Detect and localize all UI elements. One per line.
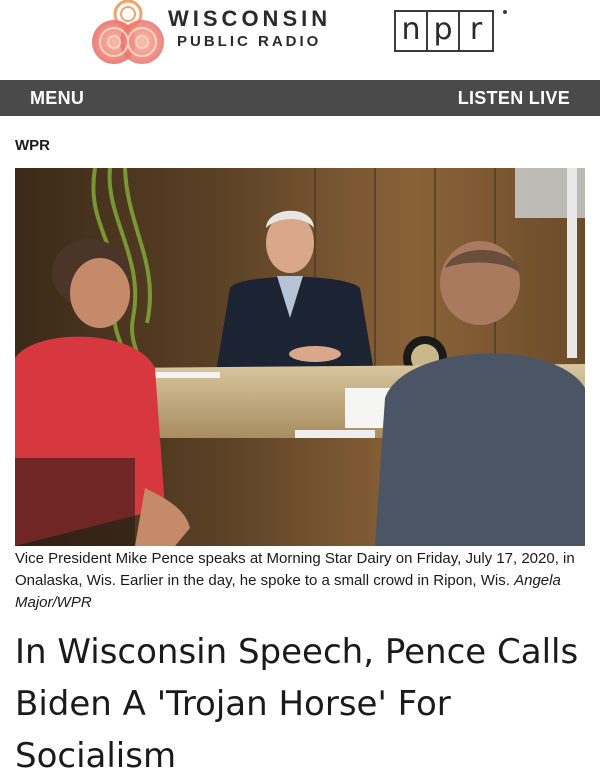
npr-letter-p: p [428,12,460,50]
article-headline: In Wisconsin Speech, Pence Calls Biden A… [15,632,579,776]
photo-illustration [15,168,585,546]
npr-letter-n: n [396,12,428,50]
npr-logo[interactable]: n p r [394,10,494,52]
listen-live-button[interactable]: LISTEN LIVE [458,88,570,109]
article-page: WISCONSIN PUBLIC RADIO n p r MENU LISTEN… [0,0,600,777]
photo-caption: Vice President Mike Pence speaks at Morn… [15,548,587,614]
article-source[interactable]: WPR [15,137,50,154]
wpr-logo-mark-icon [92,0,164,64]
npr-letter-r: r [469,12,483,47]
station-name: WISCONSIN [168,6,332,31]
nav-bar: MENU LISTEN LIVE [0,80,600,116]
caption-text: Vice President Mike Pence speaks at Morn… [15,550,575,589]
menu-button[interactable]: MENU [30,88,84,109]
station-subtitle: PUBLIC RADIO [177,33,322,50]
wpr-logo[interactable]: WISCONSIN PUBLIC RADIO [92,0,352,70]
article-photo[interactable] [15,168,585,546]
site-header: WISCONSIN PUBLIC RADIO n p r [0,0,600,80]
npr-trademark-dot [503,10,507,14]
